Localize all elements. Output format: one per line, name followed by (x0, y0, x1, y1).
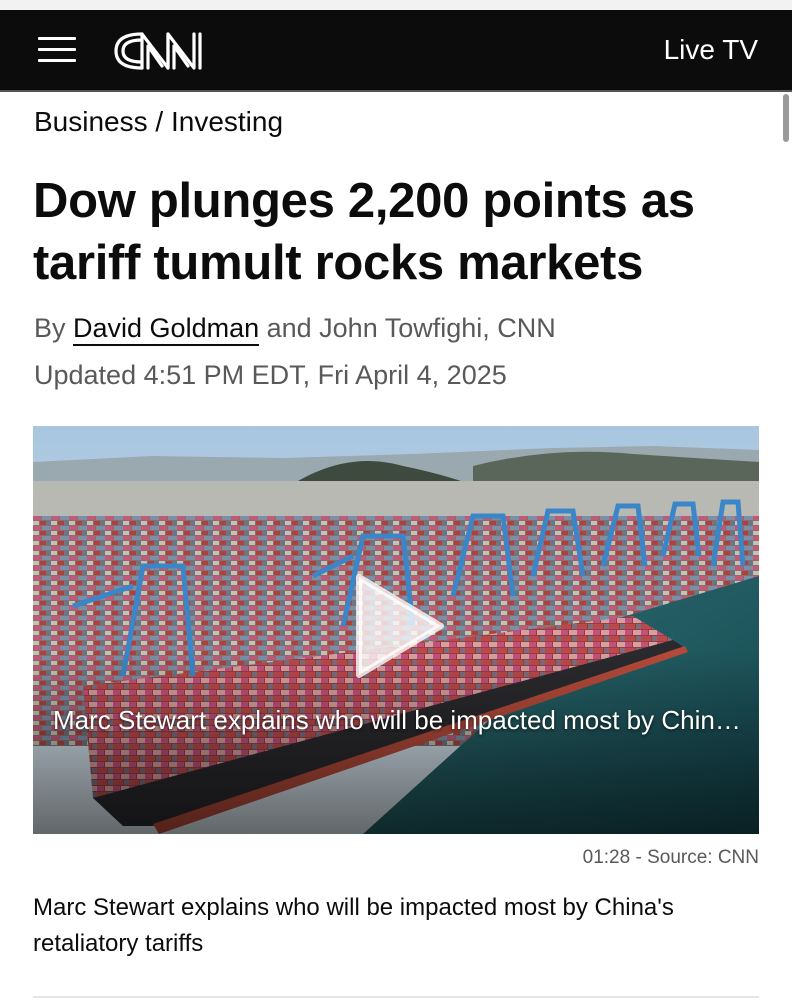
byline: By David Goldman and John Towfighi, CNN (34, 308, 556, 348)
scrollbar[interactable] (783, 94, 789, 142)
byline-prefix: By (34, 313, 74, 343)
byline-coauthors: and John Towfighi, CNN (259, 313, 556, 343)
author-link-david-goldman[interactable]: David Goldman (73, 313, 260, 346)
breadcrumb: Business / Investing (34, 103, 283, 141)
site-header: Live TV (0, 10, 792, 92)
breadcrumb-separator: / (147, 106, 171, 137)
live-tv-link[interactable]: Live TV (664, 32, 758, 68)
video-player[interactable]: Marc Stewart explains who will be impact… (33, 426, 759, 834)
breadcrumb-business[interactable]: Business (34, 106, 148, 137)
video-duration: 01:28 (582, 847, 631, 868)
article-timestamp: Updated 4:51 PM EDT, Fri April 4, 2025 (34, 360, 507, 390)
article-headline: Dow plunges 2,200 points as tariff tumul… (33, 174, 695, 290)
play-icon[interactable] (351, 571, 447, 681)
cnn-logo[interactable] (112, 26, 212, 76)
video-overlay-caption: Marc Stewart explains who will be impact… (53, 705, 743, 735)
video-source: Source: CNN (647, 847, 759, 868)
article-page: Live TV Business / Investing Dow plunges… (0, 0, 792, 1000)
video-description: Marc Stewart explains who will be impact… (33, 894, 674, 957)
status-strip (0, 0, 792, 10)
video-meta: 01:28 - Source: CNN (583, 844, 759, 872)
hamburger-menu-icon[interactable] (38, 35, 76, 65)
breadcrumb-investing[interactable]: Investing (171, 106, 283, 137)
video-meta-separator: - (630, 847, 648, 868)
divider (33, 996, 759, 998)
